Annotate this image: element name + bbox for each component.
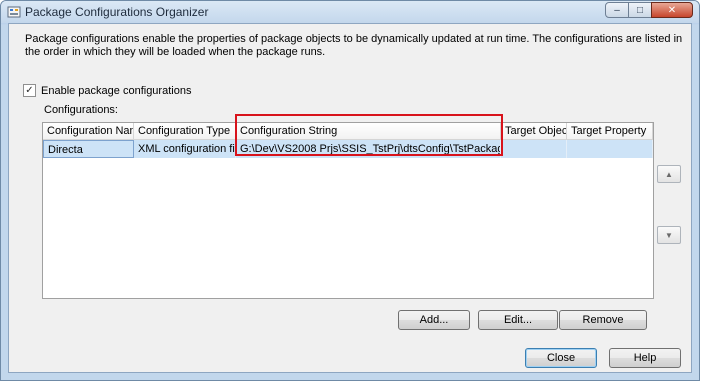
edit-button[interactable]: Edit...: [478, 310, 558, 330]
cell-configuration-type[interactable]: XML configuration file: [134, 140, 236, 158]
configurations-label: Configurations:: [44, 104, 118, 116]
move-up-button[interactable]: ▲: [657, 165, 681, 183]
arrow-down-icon: ▼: [665, 230, 673, 240]
column-header-configuration-string[interactable]: Configuration String: [236, 123, 501, 140]
column-header-configuration-type[interactable]: Configuration Type: [134, 123, 236, 140]
arrow-up-icon: ▲: [665, 169, 673, 179]
remove-button[interactable]: Remove: [559, 310, 647, 330]
maximize-button[interactable]: □: [628, 2, 652, 18]
column-header-target-object[interactable]: Target Object: [501, 123, 567, 140]
enable-configurations-checkbox[interactable]: ✓: [23, 84, 36, 97]
minimize-button[interactable]: –: [605, 2, 629, 18]
column-header-configuration-name[interactable]: Configuration Name: [43, 123, 134, 140]
cell-configuration-name[interactable]: Directa: [43, 140, 134, 158]
cell-target-property[interactable]: [567, 140, 653, 158]
close-button[interactable]: Close: [525, 348, 597, 368]
move-down-button[interactable]: ▼: [657, 226, 681, 244]
table-row[interactable]: Directa XML configuration file G:\Dev\VS…: [43, 140, 653, 158]
cell-target-object[interactable]: [501, 140, 567, 158]
enable-configurations-row[interactable]: ✓ Enable package configurations: [23, 84, 191, 97]
close-window-button[interactable]: ✕: [651, 2, 693, 18]
column-header-target-property[interactable]: Target Property: [567, 123, 653, 140]
title-bar[interactable]: Package Configurations Organizer – □ ✕: [1, 1, 699, 23]
window-title: Package Configurations Organizer: [25, 5, 209, 19]
grid-header: Configuration Name Configuration Type Co…: [43, 123, 653, 140]
app-icon: [7, 5, 21, 19]
enable-configurations-label[interactable]: Enable package configurations: [41, 85, 191, 97]
dialog-body: Package configurations enable the proper…: [8, 23, 692, 373]
dialog-window: Package Configurations Organizer – □ ✕ P…: [0, 0, 700, 381]
cell-configuration-string[interactable]: G:\Dev\VS2008 Prjs\SSIS_TstPrj\dtsConfig…: [236, 140, 501, 158]
configurations-grid[interactable]: Configuration Name Configuration Type Co…: [42, 122, 654, 299]
description-text: Package configurations enable the proper…: [25, 33, 683, 58]
add-button[interactable]: Add...: [398, 310, 470, 330]
help-button[interactable]: Help: [609, 348, 681, 368]
